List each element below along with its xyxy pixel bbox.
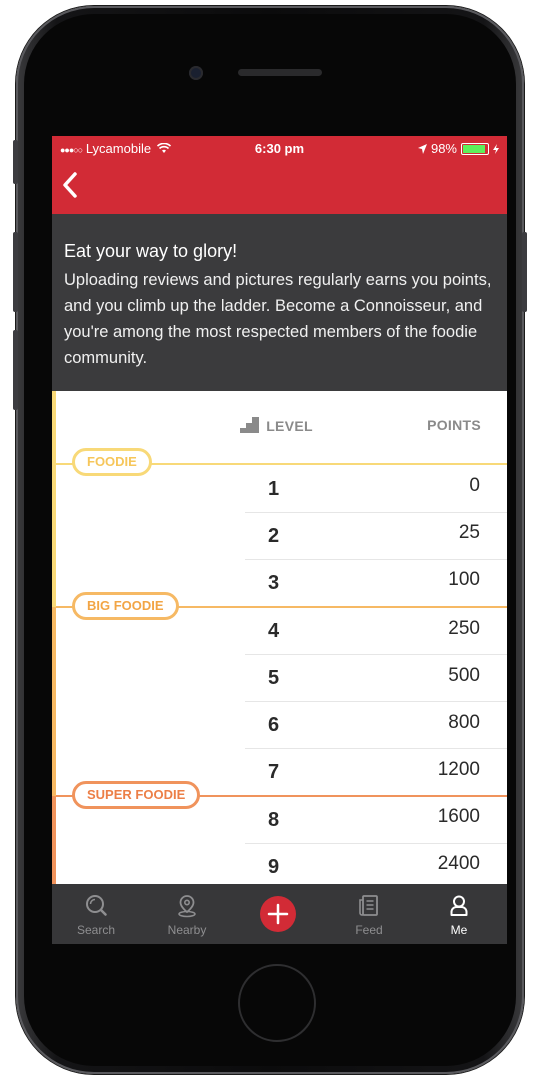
level-column-header: LEVEL [240, 417, 313, 434]
intro-title: Eat your way to glory! [64, 241, 238, 261]
user-icon [450, 895, 468, 916]
tab-nearby[interactable]: Nearby [152, 884, 222, 944]
status-bar: ●●●○○ Lycamobile 6:30 pm 98% [52, 136, 507, 160]
status-right: 98% [417, 141, 499, 156]
battery-icon [461, 142, 489, 155]
charging-bolt-icon [493, 143, 499, 154]
add-button[interactable] [260, 896, 296, 932]
nav-bar [52, 160, 507, 214]
row-points: 25 [458, 522, 480, 543]
intro-panel: Eat your way to glory! Uploading reviews… [52, 214, 507, 391]
row-divider [245, 654, 507, 655]
earpiece-speaker [238, 69, 322, 76]
phone-volume-down [13, 330, 18, 410]
row-points: 800 [448, 712, 480, 733]
tab-feed[interactable]: Feed [334, 884, 404, 944]
phone-mute-switch [13, 140, 18, 184]
level-ladder: LEVEL POINTS FOODIE BIG FOODIE SUPER FOO… [52, 391, 507, 884]
row-level: 3 [268, 572, 280, 594]
row-divider [245, 843, 507, 844]
row-points: 100 [448, 569, 480, 590]
plus-icon [267, 903, 289, 925]
front-camera [189, 66, 203, 80]
row-level: 9 [268, 856, 280, 878]
row-points: 250 [448, 618, 480, 639]
row-points: 1600 [437, 806, 480, 827]
row-level: 6 [268, 714, 280, 736]
tab-me[interactable]: Me [424, 884, 494, 944]
row-level: 7 [268, 761, 280, 783]
tier-badge-foodie: FOODIE [72, 448, 152, 476]
row-divider [245, 748, 507, 749]
row-divider [245, 559, 507, 560]
row-divider [245, 701, 507, 702]
phone-power-button [522, 232, 527, 312]
phone-volume-up [13, 232, 18, 312]
row-points: 1200 [437, 759, 480, 780]
battery-percentage: 98% [430, 141, 457, 156]
row-level: 5 [268, 667, 280, 689]
row-points: 500 [448, 665, 480, 686]
level-header-label: LEVEL [266, 418, 313, 434]
row-points: 2400 [437, 853, 480, 874]
row-divider [245, 512, 507, 513]
intro-description: Uploading reviews and pictures regularly… [64, 271, 492, 367]
tab-label: Search [76, 923, 116, 937]
app-screen: ●●●○○ Lycamobile 6:30 pm 98% Eat your wa… [52, 136, 507, 944]
feed-icon [359, 895, 378, 916]
location-pin-icon [178, 895, 196, 918]
tier-rail-foodie [52, 391, 56, 607]
tab-label: Me [450, 923, 468, 937]
points-column-header: POINTS [427, 417, 481, 433]
battery-fill [463, 144, 485, 153]
tab-label: Nearby [167, 923, 207, 937]
tier-rail-super-foodie [52, 796, 56, 884]
row-points: 0 [469, 475, 480, 496]
search-icon [86, 895, 107, 916]
tier-badge-super-foodie: SUPER FOODIE [72, 781, 201, 809]
tab-label: Feed [355, 923, 383, 937]
row-level: 1 [268, 478, 280, 500]
tier-rail-big-foodie [52, 607, 56, 796]
chevron-left-icon [63, 172, 77, 198]
tier-badge-big-foodie: BIG FOODIE [72, 592, 179, 620]
level-stairs-icon [240, 417, 259, 433]
row-level: 2 [268, 525, 280, 547]
home-button[interactable] [238, 964, 316, 1042]
back-button[interactable] [60, 170, 90, 204]
tab-search[interactable]: Search [61, 884, 131, 944]
location-arrow-icon [417, 143, 427, 154]
row-level: 4 [268, 620, 280, 642]
row-level: 8 [268, 809, 280, 831]
tab-bar: Search Nearby Feed Me [52, 884, 507, 944]
